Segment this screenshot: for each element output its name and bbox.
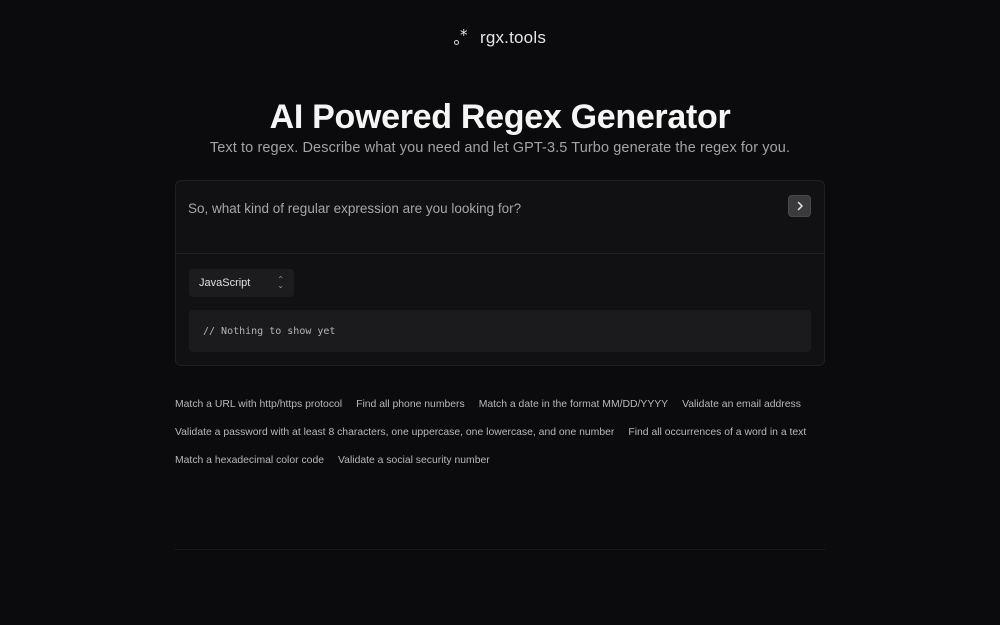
page-subtitle: Text to regex. Describe what you need an… xyxy=(209,140,791,156)
chevron-right-icon xyxy=(797,201,803,211)
example-prompts: Match a URL with http/https protocol Fin… xyxy=(175,396,835,470)
prompt-input[interactable] xyxy=(188,193,768,223)
page-title: AI Powered Regex Generator xyxy=(269,98,731,136)
prompt-area xyxy=(176,181,824,254)
up-down-chevron-icon: ⌃ ⌄ xyxy=(277,275,284,290)
example-prompt[interactable]: Match a date in the format MM/DD/YYYY xyxy=(479,396,668,414)
submit-button[interactable] xyxy=(788,195,811,217)
language-select[interactable]: JavaScript ⌃ ⌄ xyxy=(189,269,294,297)
example-prompt[interactable]: Validate a password with at least 8 char… xyxy=(175,424,614,442)
example-prompt[interactable]: Match a URL with http/https protocol xyxy=(175,396,342,414)
generator-card: JavaScript ⌃⌄ // Nothing to show yet xyxy=(175,180,825,366)
brand-name: rgx.tools xyxy=(479,28,547,47)
language-select-value: JavaScript xyxy=(199,277,251,289)
footer-divider xyxy=(175,549,825,550)
example-prompt[interactable]: Find all occurrences of a word in a text xyxy=(628,424,806,442)
brand-logo-link[interactable]: * rgx.tools xyxy=(0,26,1000,48)
example-prompt[interactable]: Validate an email address xyxy=(682,396,801,414)
regex-output-text: // Nothing to show yet xyxy=(203,325,336,337)
page: * rgx.tools AI Powered Regex Generator T… xyxy=(0,0,1000,625)
regex-output: // Nothing to show yet xyxy=(189,310,811,352)
example-prompt[interactable]: Find all phone numbers xyxy=(356,396,465,414)
example-prompt[interactable]: Validate a social security number xyxy=(338,452,490,470)
example-prompt[interactable]: Match a hexadecimal color code xyxy=(175,452,324,470)
logo-dot-star-icon: * xyxy=(453,26,470,46)
